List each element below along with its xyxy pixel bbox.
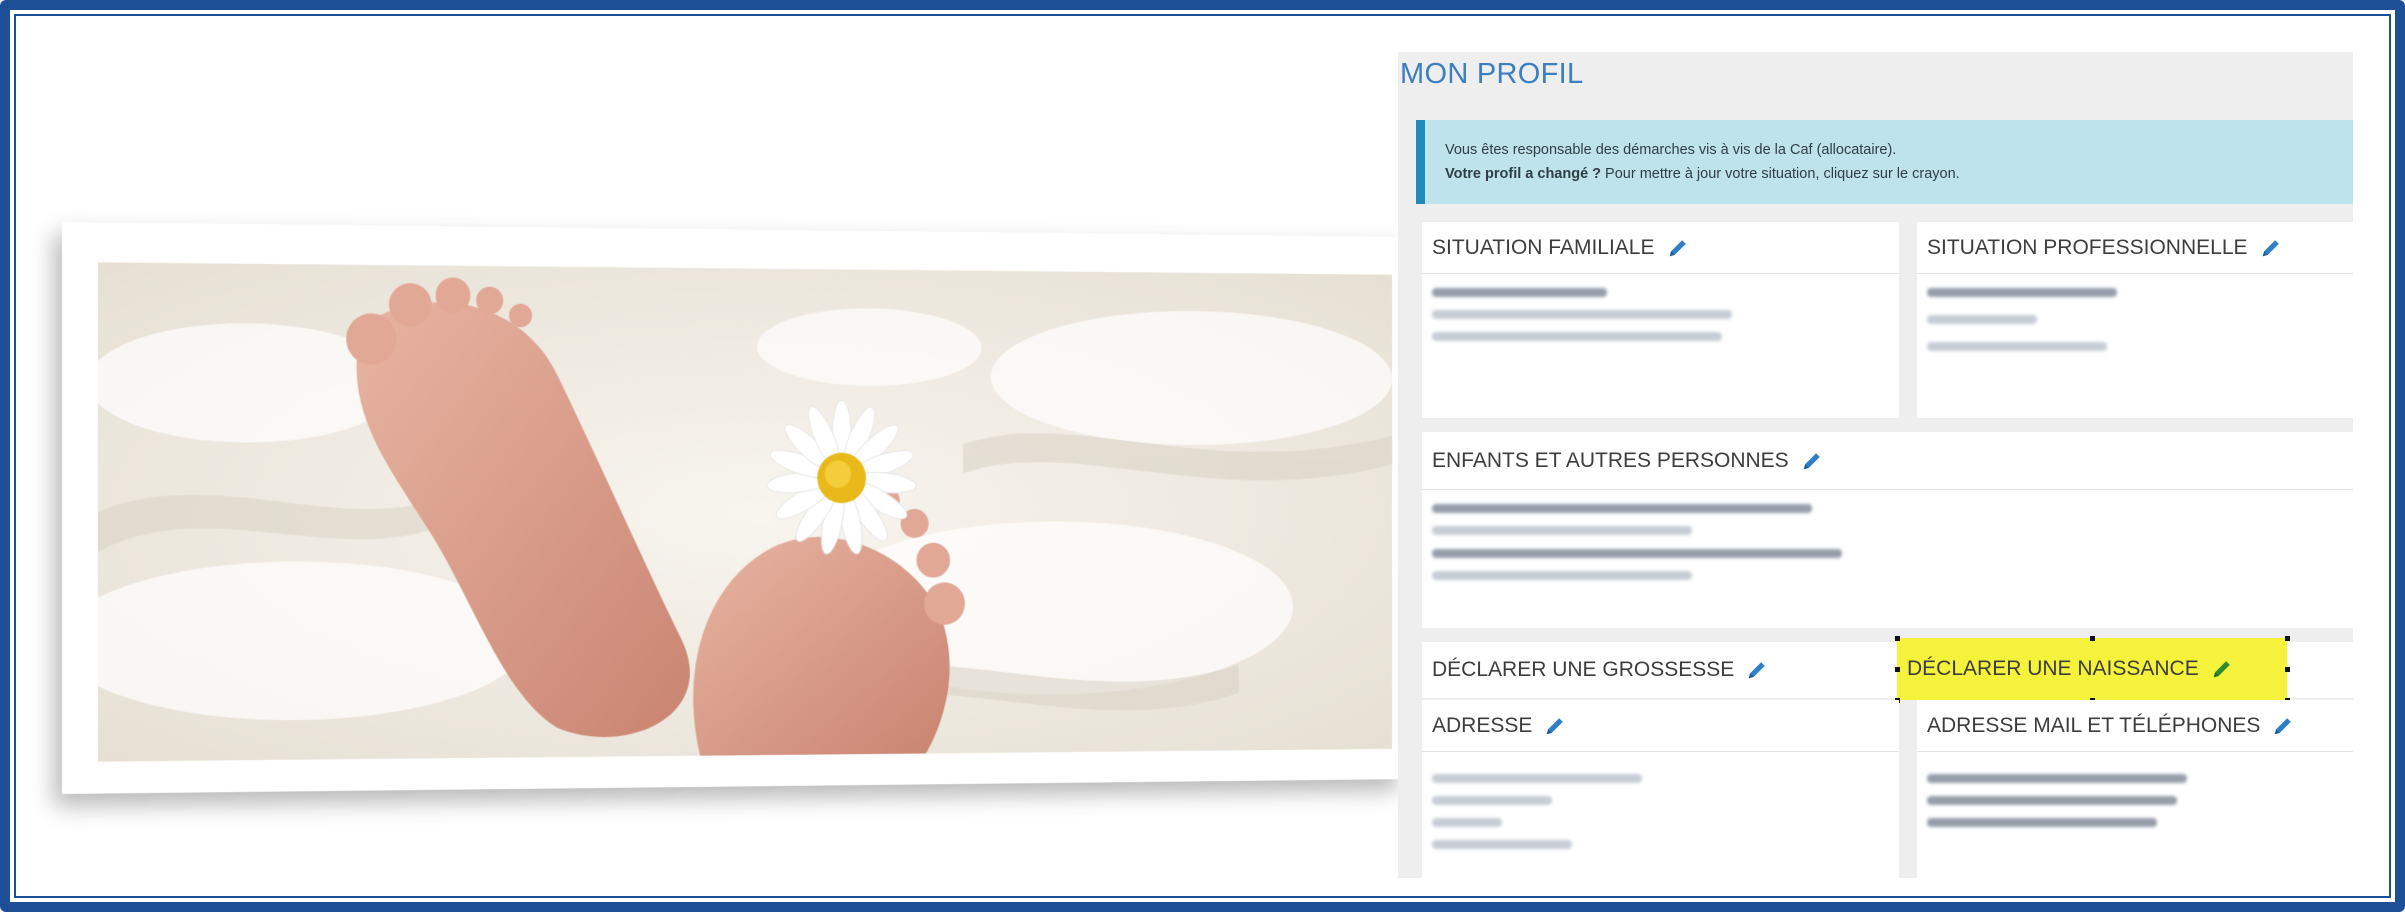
pencil-icon[interactable] [1746, 659, 1768, 681]
section-title: SITUATION FAMILIALE [1432, 235, 1655, 259]
card-situation-familiale: SITUATION FAMILIALE [1422, 222, 1899, 418]
declare-birth-button[interactable]: DÉCLARER UNE NAISSANCE [1897, 638, 2287, 700]
card-header: SITUATION FAMILIALE [1422, 222, 1899, 274]
baby-feet-illustration [97, 262, 1393, 762]
selection-handle [1895, 667, 1900, 672]
card-body-redacted [1927, 774, 2343, 840]
card-body-redacted [1432, 288, 1889, 354]
card-mail-telephones: ADRESSE MAIL ET TÉLÉPHONES [1917, 700, 2353, 878]
alert-line-1: Vous êtes responsable des démarches vis … [1445, 142, 1897, 158]
section-title: DÉCLARER UNE NAISSANCE [1907, 657, 2199, 680]
selection-handle [2090, 636, 2095, 641]
card-header: ADRESSE [1422, 700, 1899, 752]
section-title: ADRESSE [1432, 713, 1533, 737]
selection-handle [2285, 667, 2290, 672]
pencil-icon[interactable] [1544, 715, 1566, 737]
section-title[interactable]: DÉCLARER UNE GROSSESSE [1432, 658, 1734, 682]
card-header: ADRESSE MAIL ET TÉLÉPHONES [1917, 700, 2353, 752]
card-header: ENFANTS ET AUTRES PERSONNES [1422, 432, 2353, 490]
card-header: DÉCLARER UNE GROSSESSE [1422, 642, 1899, 698]
alert-bold: Votre profil a changé ? [1445, 166, 1602, 182]
card-grossesse: DÉCLARER UNE GROSSESSE [1422, 642, 1899, 698]
card-situation-professionnelle: SITUATION PROFESSIONNELLE [1917, 222, 2353, 418]
info-alert: Vous êtes responsable des démarches vis … [1416, 120, 2353, 204]
selection-handle [1895, 636, 1900, 641]
card-header: SITUATION PROFESSIONNELLE [1917, 222, 2353, 274]
card-enfants: ENFANTS ET AUTRES PERSONNES [1422, 432, 2353, 628]
card-body-redacted [1432, 774, 1889, 862]
baby-feet-photo [97, 262, 1393, 762]
selection-handle [2285, 636, 2290, 641]
section-title: ADRESSE MAIL ET TÉLÉPHONES [1927, 713, 2261, 737]
section-title: ENFANTS ET AUTRES PERSONNES [1432, 448, 1789, 472]
pencil-icon[interactable] [2211, 658, 2233, 680]
pencil-icon[interactable] [2260, 237, 2282, 259]
pencil-icon[interactable] [1801, 450, 1823, 472]
card-body-redacted [1432, 504, 2343, 593]
section-title: SITUATION PROFESSIONNELLE [1927, 235, 2248, 259]
card-body-redacted [1927, 288, 2343, 364]
photo-card [62, 222, 1405, 794]
card-adresse: ADRESSE [1422, 700, 1899, 878]
alert-line-2: Votre profil a changé ? Pour mettre à jo… [1445, 162, 2353, 186]
page-title: MON PROFIL [1400, 58, 1584, 90]
pencil-icon[interactable] [1667, 237, 1689, 259]
alert-rest: Pour mettre à jour votre situation, cliq… [1601, 166, 1960, 182]
pencil-icon[interactable] [2272, 715, 2294, 737]
